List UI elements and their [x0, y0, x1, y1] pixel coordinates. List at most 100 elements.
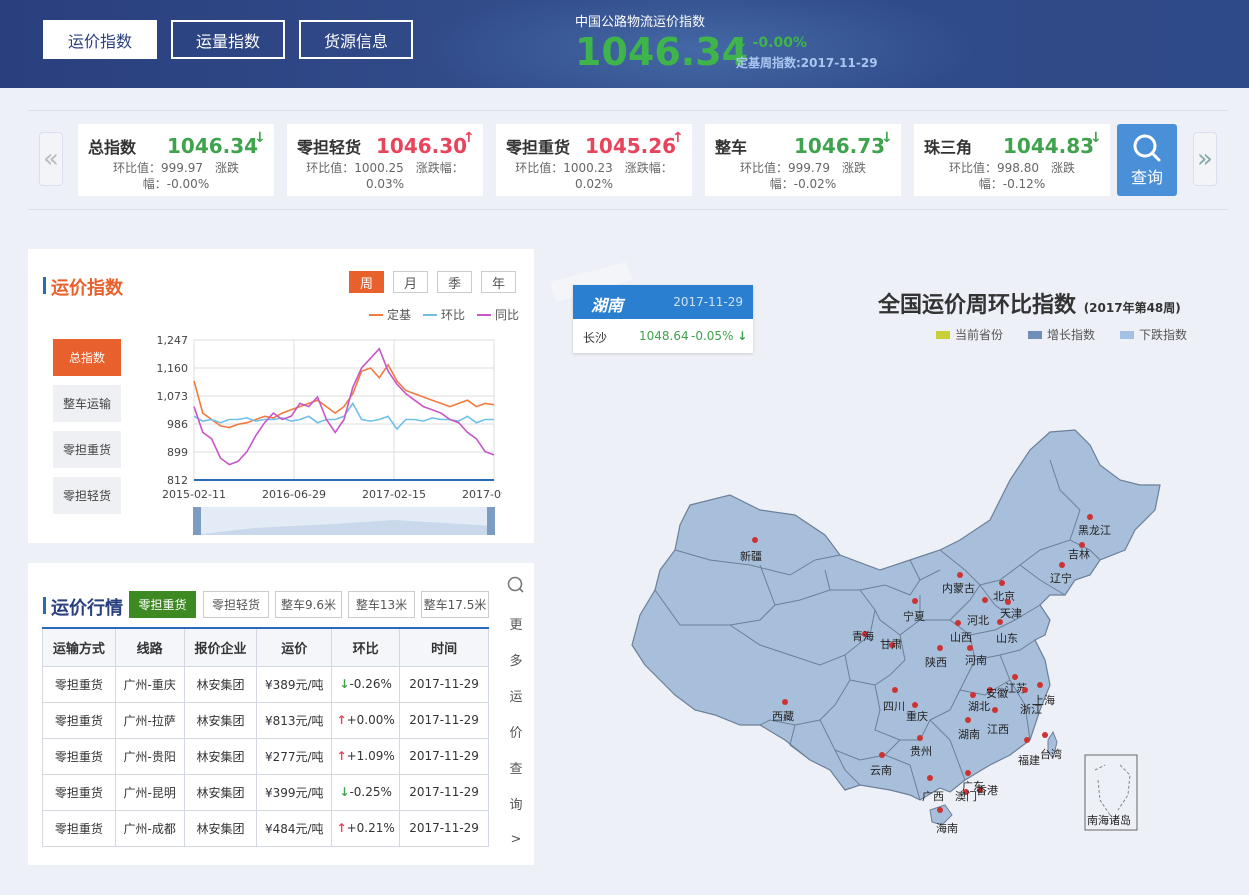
map-legend-label: 当前省份: [955, 328, 1004, 342]
city-marker[interactable]: [1022, 687, 1028, 693]
inset-label: 南海诸岛: [1087, 813, 1131, 827]
tab-month[interactable]: 月: [393, 271, 428, 293]
search-icon: [1133, 134, 1161, 162]
city-marker[interactable]: [912, 598, 918, 604]
cell: 林安集团: [183, 737, 258, 775]
province-label: 天津: [1000, 607, 1022, 620]
province-label: 浙江: [1020, 703, 1042, 716]
city-marker[interactable]: [965, 770, 971, 776]
city-marker[interactable]: [992, 707, 998, 713]
city-marker[interactable]: [1024, 737, 1030, 743]
filter-ftl-13[interactable]: 整车13米: [348, 591, 415, 618]
index-card-total[interactable]: 总指数 1046.34 ↓ 环比值：999.97 涨跌幅：-0.00%: [78, 124, 274, 196]
tab-quarter[interactable]: 季: [437, 271, 472, 293]
city-marker[interactable]: [927, 775, 933, 781]
province-label: 辽宁: [1050, 571, 1072, 585]
card-sub: 环比值：1000.23 涨跌幅：0.02%: [515, 161, 673, 191]
cell: 2017-11-29: [399, 773, 489, 811]
tab-week[interactable]: 周: [349, 271, 384, 293]
city-marker[interactable]: [917, 735, 923, 741]
cell-change: ↑+1.09%: [331, 737, 401, 775]
filter-ftl-17-5[interactable]: 整车17.5米: [421, 591, 489, 618]
filter-ltl-heavy[interactable]: 零担重货: [129, 591, 196, 618]
table-row[interactable]: 零担重货 广州-昆明 林安集团 ¥399元/吨 ↓-0.25% 2017-11-29: [42, 773, 489, 811]
x-tick-label: 2017-02-15: [362, 488, 426, 501]
province-label: 贵州: [910, 745, 932, 758]
card-sub: 环比值：999.79 涨跌幅：-0.02%: [740, 161, 866, 191]
tab-cargo-info[interactable]: 货源信息: [299, 20, 413, 59]
filter-ltl-light[interactable]: 零担轻货: [203, 591, 269, 618]
y-tick-label: 986: [167, 418, 188, 431]
cell: 零担重货: [42, 737, 116, 775]
change-value: +1.09%: [346, 749, 395, 763]
range-handle-left: [193, 507, 201, 535]
table-row[interactable]: 零担重货 广州-成都 林安集团 ¥484元/吨 ↑+0.21% 2017-11-29: [42, 809, 489, 847]
tooltip-header: 湖南 2017-11-29: [573, 285, 753, 319]
change-value: -0.25%: [349, 785, 392, 799]
side-tab-ltl-heavy[interactable]: 零担重货: [53, 431, 121, 468]
table-row[interactable]: 零担重货 广州-重庆 林安集团 ¥389元/吨 ↓-0.26% 2017-11-29: [42, 665, 489, 703]
filter-ftl-9-6[interactable]: 整车9.6米: [275, 591, 342, 618]
tooltip-value: 1048.64: [639, 329, 689, 343]
prev-arrow-icon[interactable]: «: [39, 132, 63, 186]
city-marker[interactable]: [912, 702, 918, 708]
city-marker[interactable]: [1037, 682, 1043, 688]
city-marker[interactable]: [982, 597, 988, 603]
city-marker[interactable]: [999, 580, 1005, 586]
card-name: 整车: [715, 138, 748, 157]
city-marker[interactable]: [937, 807, 943, 813]
table-row[interactable]: 零担重货 广州-贵阳 林安集团 ¥277元/吨 ↑+1.09% 2017-11-29: [42, 737, 489, 775]
card-sub: 环比值：999.97 涨跌幅：-0.00%: [113, 161, 239, 191]
down-arrow-icon: ↓: [339, 677, 350, 691]
province-label: 福建: [1018, 753, 1040, 767]
side-tab-total[interactable]: 总指数: [53, 339, 121, 376]
index-card-ltl-light[interactable]: 零担轻货 1046.30 ↑ 环比值：1000.25 涨跌幅：0.03%: [287, 124, 483, 196]
province-label: 新疆: [740, 549, 762, 563]
cell: 零担重货: [42, 665, 116, 703]
market-table: 运输方式 线路 报价企业 运价 环比 时间 零担重货 广州-重庆 林安集团 ¥389元…: [42, 627, 489, 847]
more-link-char: 查: [509, 761, 523, 777]
cell: ¥399元/吨: [256, 773, 333, 811]
city-marker[interactable]: [967, 645, 973, 651]
city-marker[interactable]: [1042, 732, 1048, 738]
query-button[interactable]: 查询: [1117, 124, 1177, 196]
side-tab-ltl-light[interactable]: 零担轻货: [53, 477, 121, 514]
index-card-ltl-heavy[interactable]: 零担重货 1045.26 ↑ 环比值：1000.23 涨跌幅：0.02%: [496, 124, 692, 196]
city-marker[interactable]: [879, 752, 885, 758]
cell: 零担重货: [42, 701, 116, 739]
city-marker[interactable]: [1059, 562, 1065, 568]
city-marker[interactable]: [1012, 674, 1018, 680]
legend-yoy-label: 同比: [495, 308, 520, 322]
search-icon: [507, 576, 524, 593]
city-marker[interactable]: [970, 692, 976, 698]
table-row[interactable]: 零担重货 广州-拉萨 林安集团 ¥813元/吨 ↑+0.00% 2017-11-29: [42, 701, 489, 739]
header-bar: 运价指数 运量指数 货源信息 中国公路物流运价指数 1046.34 ↓ -0.0…: [0, 0, 1249, 88]
city-marker[interactable]: [782, 699, 788, 705]
city-marker[interactable]: [965, 717, 971, 723]
cell: 零担重货: [42, 809, 116, 847]
city-marker[interactable]: [997, 619, 1003, 625]
down-arrow-icon: ↓: [737, 329, 748, 343]
city-marker[interactable]: [752, 537, 758, 543]
more-price-query-link[interactable]: 更 多 运 价 查 询 >: [502, 575, 530, 857]
index-card-prd[interactable]: 珠三角 1044.83 ↓ 环比值：998.80 涨跌幅：-0.12%: [914, 124, 1110, 196]
city-marker[interactable]: [1087, 514, 1093, 520]
card-value: 1045.26: [585, 134, 677, 158]
province-label: 甘肃: [880, 638, 902, 651]
map-legend-up: 增长指数: [1028, 326, 1095, 343]
side-tab-ftl[interactable]: 整车运输: [53, 385, 121, 422]
tab-price-index[interactable]: 运价指数: [43, 20, 157, 59]
city-marker[interactable]: [892, 687, 898, 693]
city-marker[interactable]: [937, 645, 943, 651]
next-arrow-icon[interactable]: »: [1193, 132, 1217, 186]
tab-year[interactable]: 年: [481, 271, 516, 293]
city-marker[interactable]: [957, 572, 963, 578]
index-card-ftl[interactable]: 整车 1046.73 ↓ 环比值：999.79 涨跌幅：-0.02%: [705, 124, 901, 196]
tab-volume-index[interactable]: 运量指数: [171, 20, 285, 59]
city-marker[interactable]: [955, 620, 961, 626]
city-marker[interactable]: [1005, 599, 1011, 605]
province-label: 山东: [996, 632, 1018, 645]
legend-mom: 环比: [423, 306, 465, 323]
tooltip-city: 长沙: [583, 331, 608, 345]
x-tick-label: 2016-06-29: [262, 488, 326, 501]
